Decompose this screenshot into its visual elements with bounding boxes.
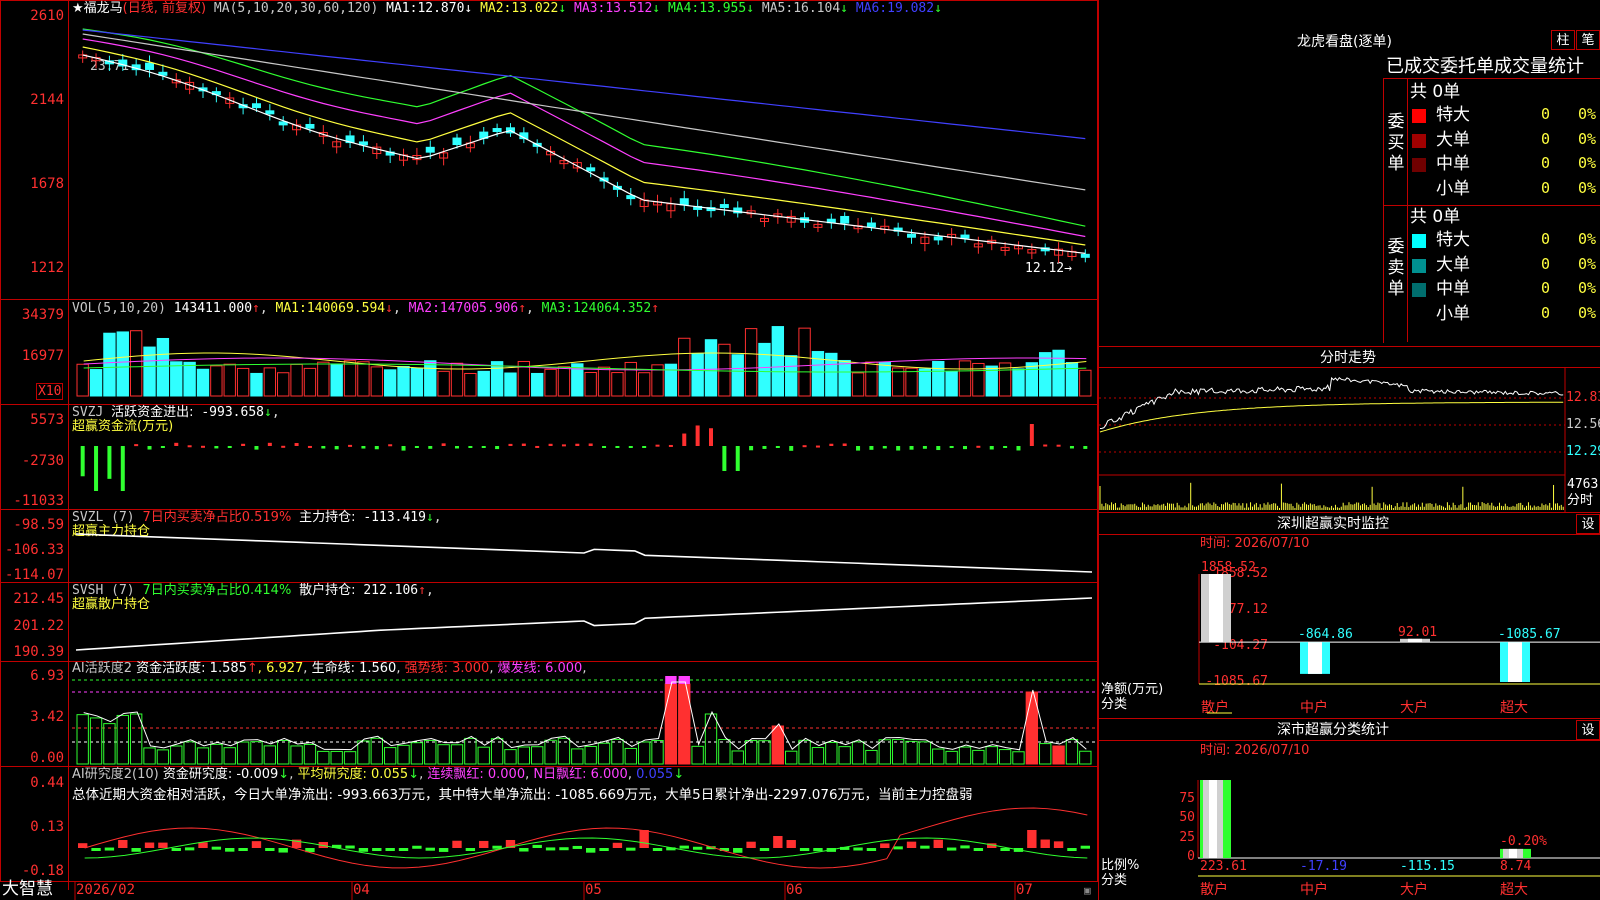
stats-category-label: 中户 [1300,881,1328,898]
stats-category-label: 大户 [1400,881,1428,898]
stats-chart[interactable]: 223.61 散户 -17.19 中户 -115.15 大户 8.74 超大 [0,0,1600,900]
stats-value-label: -115.15 [1400,859,1455,874]
stats-bar-shine [1209,780,1217,858]
stats-value-label: 223.61 [1200,859,1247,874]
stats-bar [1200,780,1231,858]
stats-category-label: 超大 [1500,882,1528,898]
stats-bar [1500,848,1531,858]
stats-value-label: -17.19 [1300,859,1347,874]
stats-category-label: 散户 [1200,881,1228,898]
stats-bar-shine [1509,848,1517,858]
stats-value-label: 8.74 [1500,859,1531,874]
